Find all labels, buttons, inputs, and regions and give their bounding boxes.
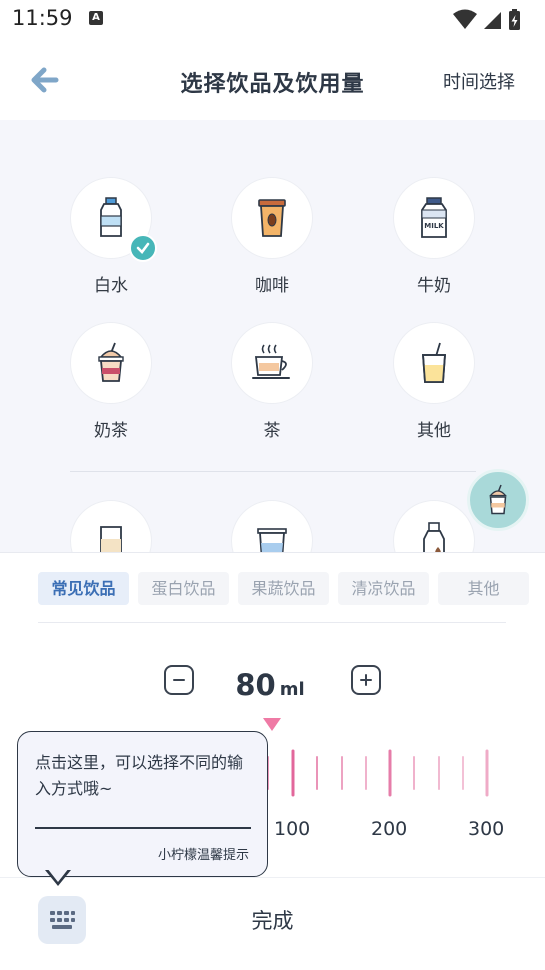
- milk-tea-icon: [98, 342, 124, 382]
- notification-icon: A: [89, 11, 103, 25]
- tab-cool-drinks[interactable]: 清凉饮品: [338, 572, 429, 605]
- drink-circle: [393, 322, 475, 404]
- tab-common-drinks[interactable]: 常见饮品: [38, 572, 129, 605]
- drink-label: 咖啡: [255, 276, 289, 296]
- drink-item-coffee[interactable]: 咖啡: [212, 177, 332, 296]
- drink-item-milk[interactable]: MILK 牛奶: [374, 177, 494, 296]
- decrease-button[interactable]: [164, 665, 194, 695]
- amount-display: 80 ml: [200, 668, 340, 702]
- tea-cup-icon: [252, 344, 290, 379]
- drink-circle: [70, 322, 152, 404]
- done-button[interactable]: 完成: [200, 905, 345, 937]
- drink-circle: [231, 177, 313, 259]
- drink-label: 茶: [263, 421, 281, 441]
- tooltip-tail-inner: [47, 868, 69, 882]
- drink-item-water[interactable]: 白水: [51, 177, 171, 296]
- milk-text: MILK: [424, 222, 444, 230]
- drink-circle: [231, 322, 313, 404]
- time-select-button[interactable]: 时间选择: [443, 68, 515, 94]
- drink-circle: [70, 500, 152, 552]
- amount-unit: ml: [279, 679, 305, 700]
- drink-panel: 白水 咖啡 MILK 牛奶 奶茶 茶 其他: [0, 120, 545, 552]
- drink-label: 白水: [94, 276, 128, 296]
- drink-circle: MILK: [393, 177, 475, 259]
- tab-fruit-veg-drinks[interactable]: 果蔬饮品: [238, 572, 329, 605]
- divider: [70, 471, 476, 472]
- battery-charging-icon: [509, 9, 520, 30]
- divider: [38, 622, 506, 623]
- ruler-marker-icon: [263, 718, 281, 731]
- ruler-label: 300: [468, 818, 505, 840]
- drink-circle: [393, 500, 475, 552]
- drink-label: 奶茶: [94, 421, 128, 441]
- drink-item-milk-tea[interactable]: 奶茶: [51, 322, 171, 441]
- tooltip-divider: [35, 827, 251, 829]
- drink-item-partial[interactable]: [51, 500, 171, 552]
- milk-bottle-icon: MILK: [421, 197, 447, 238]
- water-bottle-icon: [100, 197, 122, 237]
- tooltip-signature: 小柠檬温馨提示: [157, 848, 249, 863]
- keyboard-icon: [50, 911, 75, 929]
- selected-check-icon: [129, 234, 157, 262]
- divider: [0, 877, 545, 878]
- juice-cup-icon: [422, 342, 446, 383]
- plus-icon: [360, 674, 372, 686]
- category-tabs: 常见饮品 蛋白饮品 果蔬饮品 清凉饮品 其他: [38, 572, 529, 605]
- wifi-icon: [453, 9, 477, 29]
- amount-value: 80: [235, 668, 276, 702]
- status-icons: [451, 8, 531, 36]
- ruler-label: 200: [371, 818, 408, 840]
- ruler-label: 100: [274, 818, 311, 840]
- drink-label: 其他: [417, 421, 451, 441]
- drink-item-tea[interactable]: 茶: [212, 322, 332, 441]
- floating-drink-button[interactable]: [467, 469, 529, 531]
- signal-icon: [484, 12, 501, 29]
- drink-circle: [231, 500, 313, 552]
- keyboard-input-button[interactable]: [38, 896, 86, 944]
- tab-other[interactable]: 其他: [438, 572, 529, 605]
- status-bar: 11:59 A: [0, 0, 545, 40]
- drink-label: 牛奶: [417, 276, 451, 296]
- drink-item-other[interactable]: 其他: [374, 322, 494, 441]
- drink-item-partial[interactable]: [212, 500, 332, 552]
- header: 选择饮品及饮用量 时间选择: [0, 40, 545, 120]
- tooltip[interactable]: 点击这里，可以选择不同的输入方式哦~ 小柠檬温馨提示: [17, 731, 268, 877]
- tooltip-text: 点击这里，可以选择不同的输入方式哦~: [35, 753, 244, 798]
- tab-protein-drinks[interactable]: 蛋白饮品: [138, 572, 229, 605]
- glass-icon: [257, 528, 287, 552]
- increase-button[interactable]: [351, 665, 381, 695]
- milk-tea-icon: [489, 484, 507, 515]
- coffee-cup-icon: [258, 199, 286, 237]
- status-time: 11:59: [12, 6, 73, 30]
- minus-icon: [173, 679, 185, 681]
- drink-circle: [70, 177, 157, 262]
- milk-carton-icon: [100, 526, 122, 552]
- bottle-icon: [423, 522, 445, 552]
